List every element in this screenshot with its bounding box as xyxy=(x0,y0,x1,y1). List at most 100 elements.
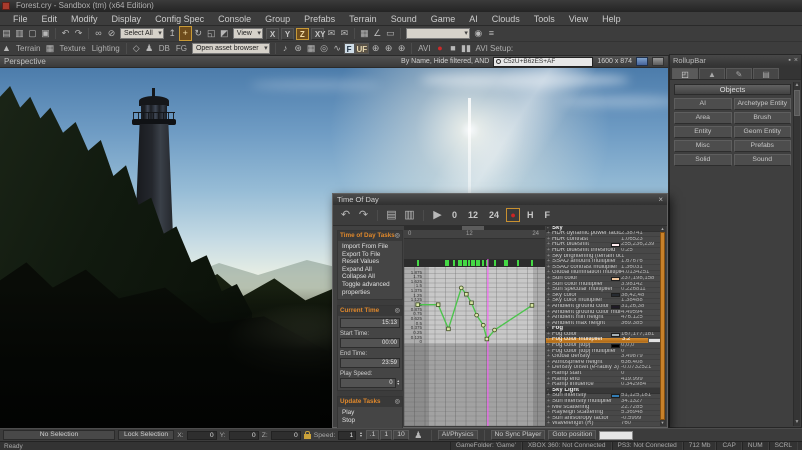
selection-mask-combo[interactable]: Select All xyxy=(120,28,164,39)
tab-objects[interactable]: ◰ xyxy=(672,68,698,79)
texture-button[interactable]: Texture xyxy=(56,44,88,53)
curve-keyframe[interactable] xyxy=(481,323,485,327)
end-time-value[interactable]: 23:59 xyxy=(340,358,400,368)
title-bar[interactable]: Forest.cry - Sandbox (tm) (x64 Edition) xyxy=(0,0,802,12)
stop-task[interactable]: Stop xyxy=(342,417,400,425)
viewport-header[interactable]: Perspective By Name, Hide filtered, AND … xyxy=(0,56,668,68)
fog-multiplier-curve[interactable] xyxy=(404,259,545,426)
layers-icon[interactable]: ≡ xyxy=(485,27,498,40)
menu-item-game[interactable]: Game xyxy=(424,12,463,26)
menu-item-tools[interactable]: Tools xyxy=(527,12,562,26)
color-swatch[interactable] xyxy=(611,344,620,348)
tab-terrain[interactable]: ▲ xyxy=(699,68,725,79)
link-icon[interactable]: ∞ xyxy=(92,27,105,40)
goto-position-button[interactable]: Goto position xyxy=(548,430,596,440)
curve-keyframe[interactable] xyxy=(470,301,474,305)
play-icon[interactable]: ▶ xyxy=(430,206,445,224)
follow-terrain-icon[interactable]: ↥ xyxy=(166,27,179,40)
export-icon[interactable]: ▢ xyxy=(26,27,39,40)
curve-keyframe[interactable] xyxy=(530,304,534,308)
copy-icon[interactable]: ▣ xyxy=(39,27,52,40)
scroll-down-icon[interactable]: ▼ xyxy=(794,419,800,426)
sim-icon[interactable]: ✉ xyxy=(325,27,338,40)
menu-item-modify[interactable]: Modify xyxy=(64,12,105,26)
axis-y-button[interactable]: Y xyxy=(281,28,294,40)
color-swatch[interactable] xyxy=(611,333,620,337)
rollupbar-title[interactable]: RollupBar ▪ × xyxy=(670,55,801,66)
ai-person-icon[interactable]: ♟ xyxy=(143,42,156,55)
menu-item-group[interactable]: Group xyxy=(258,12,297,26)
menu-item-file[interactable]: File xyxy=(6,12,35,26)
grid-color-icon[interactable]: ▦ xyxy=(305,42,318,55)
object-type-archetype-entity[interactable]: Archetype Entity xyxy=(734,98,792,110)
avi-setup-button[interactable]: AVI Setup: xyxy=(472,44,516,53)
viewport-layout-button[interactable] xyxy=(652,57,664,66)
color-swatch[interactable] xyxy=(611,305,620,309)
speed-field[interactable]: 1 xyxy=(338,431,356,440)
object-type-area[interactable]: Area xyxy=(674,112,732,124)
color-swatch[interactable] xyxy=(611,394,620,398)
fetch-button[interactable]: F xyxy=(541,210,555,220)
follow-person-icon[interactable]: ♟ xyxy=(412,429,425,442)
snap-grid-icon[interactable]: ▦ xyxy=(358,27,371,40)
spin-down-icon[interactable]: ▼ xyxy=(359,435,362,438)
axis-x-button[interactable]: X xyxy=(266,28,279,40)
gear2-icon[interactable]: ⊕ xyxy=(382,42,395,55)
menu-item-ai[interactable]: AI xyxy=(462,12,485,26)
speed-preset-1[interactable]: .1 xyxy=(366,430,380,440)
ruler-icon[interactable]: ▭ xyxy=(384,27,397,40)
curve-keyframe[interactable] xyxy=(485,337,489,341)
filter-mode-label[interactable]: By Name, Hide filtered, AND xyxy=(401,58,489,65)
speed-spinner[interactable]: ▲ ▼ xyxy=(397,380,400,386)
record-avi-icon[interactable]: ● xyxy=(433,42,446,55)
rollupbar-scrollbar[interactable]: ▲ ▼ xyxy=(793,82,800,426)
time-ruler[interactable]: 0 12 24 xyxy=(404,230,545,239)
menu-item-prefabs[interactable]: Prefabs xyxy=(297,12,342,26)
menu-item-edit[interactable]: Edit xyxy=(35,12,65,26)
scroll-up-icon[interactable]: ▲ xyxy=(794,82,800,89)
play-task[interactable]: Play xyxy=(342,409,400,417)
tab-modelling[interactable]: ✎ xyxy=(726,68,752,79)
color-swatch[interactable] xyxy=(611,277,620,281)
stop-avi-icon[interactable]: ■ xyxy=(446,42,459,55)
scrollbar-thumb[interactable] xyxy=(794,90,800,116)
track-icon[interactable]: ∿ xyxy=(331,42,344,55)
object-type-prefabs[interactable]: Prefabs xyxy=(734,140,792,152)
object-type-sound[interactable]: Sound xyxy=(734,154,792,166)
menu-item-terrain[interactable]: Terrain xyxy=(342,12,384,26)
play-speed-value[interactable]: 0 xyxy=(340,378,396,388)
tab-layers[interactable]: ▤ xyxy=(753,68,779,79)
speed-preset-1[interactable]: 1 xyxy=(380,430,392,440)
menu-item-view[interactable]: View xyxy=(562,12,595,26)
gear-icon[interactable]: ⊕ xyxy=(369,42,382,55)
select-tool-icon[interactable]: ◩ xyxy=(218,27,231,40)
color-swatch[interactable] xyxy=(611,243,620,247)
axis-xy-button[interactable]: XY xyxy=(311,28,324,40)
objects-rollup-header[interactable]: Objects xyxy=(674,84,791,95)
object-type-solid[interactable]: Solid xyxy=(674,154,732,166)
curve-keyframe[interactable] xyxy=(475,313,479,317)
menu-item-clouds[interactable]: Clouds xyxy=(485,12,527,26)
curve-keyframe[interactable] xyxy=(436,303,440,307)
jump-12-button[interactable]: 12 xyxy=(464,210,482,220)
scrollbar-thumb[interactable] xyxy=(660,232,665,420)
curve-keyframe[interactable] xyxy=(493,328,497,332)
object-type-entity[interactable]: Entity xyxy=(674,126,732,138)
menu-item-console[interactable]: Console xyxy=(211,12,258,26)
collapse-icon[interactable]: ◎ xyxy=(395,397,400,407)
named-selection-combo[interactable] xyxy=(406,28,470,39)
current-time-header[interactable]: Current Time ◎ xyxy=(338,306,402,316)
gear3-icon[interactable]: ⊕ xyxy=(395,42,408,55)
property-scrollbar[interactable]: ▲ ▼ xyxy=(660,226,666,426)
jump-0-button[interactable]: 0 xyxy=(448,210,461,220)
task-collapse-all[interactable]: Collapse All xyxy=(342,273,400,281)
task-import-from-file[interactable]: Import From File xyxy=(342,243,400,251)
search-box[interactable]: C5zU+B6zES+AF xyxy=(493,57,593,67)
move-tool-icon[interactable]: + xyxy=(179,26,192,41)
task-export-to-file[interactable]: Export To File xyxy=(342,251,400,259)
object-type-ai[interactable]: AI xyxy=(674,98,732,110)
tod-title-bar[interactable]: Time Of Day × xyxy=(333,194,667,205)
viewport-config-button[interactable] xyxy=(636,57,648,66)
snap-angle-icon[interactable]: ∠ xyxy=(371,27,384,40)
collapse-icon[interactable]: ◎ xyxy=(395,231,400,241)
